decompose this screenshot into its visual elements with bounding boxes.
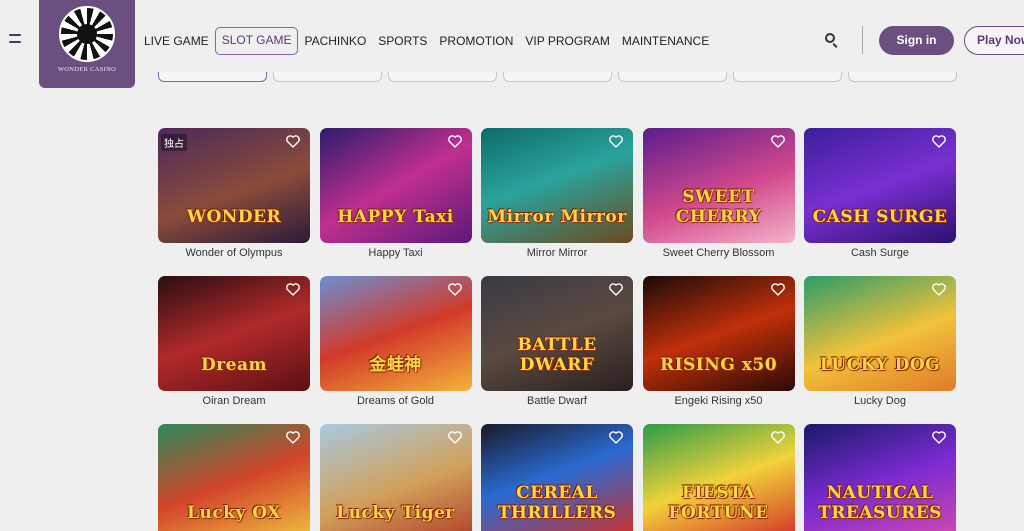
filter-tab[interactable] <box>618 72 727 82</box>
heart-icon[interactable] <box>447 282 463 296</box>
game-art-title: FIESTA FORTUNE <box>668 483 769 523</box>
game-art-title: WONDER <box>186 207 282 227</box>
logo-spiral-icon <box>59 6 115 62</box>
game-thumbnail[interactable]: WONDER 独占 <box>158 128 310 243</box>
exclusive-badge: 独占 <box>161 134 187 151</box>
page: WONDER CASINO LIVE GAME SLOT GAME PACHINKO… <box>0 0 1024 531</box>
game-card[interactable]: WONDER 独占 Wonder of Olympus <box>158 128 310 261</box>
game-thumbnail[interactable]: BATTLE DWARF <box>481 276 633 391</box>
game-card[interactable]: FIESTA FORTUNEFiesta Fortune <box>642 424 795 531</box>
game-thumbnail[interactable]: CEREAL THRILLERS <box>481 424 633 531</box>
game-name: Oiran Dream <box>202 395 266 407</box>
heart-icon[interactable] <box>931 430 947 444</box>
hamburger-icon[interactable] <box>9 34 21 46</box>
game-card[interactable]: Lucky TigerLucky Tiger <box>319 424 472 531</box>
nav-item-promotion[interactable]: PROMOTION <box>433 27 519 55</box>
game-name: Happy Taxi <box>368 247 423 259</box>
heart-icon[interactable] <box>931 282 947 296</box>
header-divider <box>862 26 863 54</box>
game-name: Sweet Cherry Blossom <box>662 247 775 259</box>
game-card[interactable]: CEREAL THRILLERSCereal Thrillers <box>481 424 633 531</box>
game-thumbnail[interactable]: Dream <box>158 276 310 391</box>
heart-icon[interactable] <box>770 430 786 444</box>
game-name: Cash Surge <box>850 247 910 259</box>
game-card[interactable]: Lucky OXLucky Ox <box>158 424 310 531</box>
game-art-title: RISING x50 <box>659 355 778 375</box>
game-thumbnail[interactable]: Lucky OX <box>158 424 310 531</box>
game-art-title: Dream <box>200 355 268 375</box>
filter-tab[interactable] <box>158 72 267 82</box>
play-now-button[interactable]: Play Now <box>964 26 1024 55</box>
nav-item-pachinko[interactable]: PACHINKO <box>298 27 372 55</box>
game-thumbnail[interactable]: CASH SURGE <box>804 128 956 243</box>
game-thumbnail[interactable]: HAPPY Taxi <box>319 128 472 243</box>
game-name: Wonder of Olympus <box>185 247 283 259</box>
logo[interactable]: WONDER CASINO <box>39 0 135 88</box>
nav-item-vip-program[interactable]: VIP PROGRAM <box>519 27 615 55</box>
game-art-title: LUCKY DOG <box>819 355 941 375</box>
heart-icon[interactable] <box>447 134 463 148</box>
game-thumbnail[interactable]: FIESTA FORTUNE <box>642 424 795 531</box>
heart-icon[interactable] <box>285 430 301 444</box>
filter-tab[interactable] <box>848 72 957 82</box>
search-icon[interactable] <box>824 32 840 48</box>
game-name: Lucky Dog <box>854 395 906 407</box>
game-art-title: Mirror Mirror <box>487 207 627 227</box>
game-name: Battle Dwarf <box>527 395 587 407</box>
heart-icon[interactable] <box>931 134 947 148</box>
game-card[interactable]: Dream Oiran Dream <box>158 276 310 409</box>
game-card[interactable]: BATTLE DWARF Battle Dwarf <box>481 276 633 409</box>
game-name: Dreams of Gold <box>356 395 435 407</box>
heart-icon[interactable] <box>447 430 463 444</box>
game-art-title: BATTLE DWARF <box>517 335 597 375</box>
game-art-title: NAUTICAL TREASURES <box>818 483 942 523</box>
nav-item-sports[interactable]: SPORTS <box>372 27 433 55</box>
game-card[interactable]: Mirror Mirror Mirror Mirror <box>481 128 633 261</box>
game-thumbnail[interactable]: RISING x50 <box>642 276 795 391</box>
game-art-title: CEREAL THRILLERS <box>497 483 617 523</box>
nav-item-live-game[interactable]: LIVE GAME <box>138 27 215 55</box>
filter-tab[interactable] <box>503 72 612 82</box>
game-card[interactable]: SWEET CHERRY Sweet Cherry Blossom <box>642 128 795 261</box>
nav-item-slot-game[interactable]: SLOT GAME <box>214 27 299 55</box>
game-card[interactable]: HAPPY Taxi Happy Taxi <box>319 128 472 261</box>
game-thumbnail[interactable]: LUCKY DOG <box>804 276 956 391</box>
game-thumbnail[interactable]: 金蛙神 <box>319 276 472 391</box>
nav-item-maintenance[interactable]: MAINTENANCE <box>616 27 715 55</box>
game-art-title: 金蛙神 <box>369 355 422 375</box>
heart-icon[interactable] <box>608 430 624 444</box>
logo-text: WONDER CASINO <box>57 66 117 73</box>
sign-in-button[interactable]: Sign in <box>879 26 954 55</box>
game-name: Engeki Rising x50 <box>674 395 763 407</box>
game-card[interactable]: 金蛙神 Dreams of Gold <box>319 276 472 409</box>
filter-tab[interactable] <box>733 72 842 82</box>
filter-tab[interactable] <box>388 72 497 82</box>
game-card[interactable]: RISING x50 Engeki Rising x50 <box>642 276 795 409</box>
header: WONDER CASINO LIVE GAME SLOT GAME PACHINKO… <box>0 0 1024 88</box>
game-thumbnail[interactable]: NAUTICAL TREASURES <box>804 424 956 531</box>
heart-icon[interactable] <box>608 282 624 296</box>
heart-icon[interactable] <box>770 134 786 148</box>
game-art-title: Lucky OX <box>187 503 281 523</box>
game-thumbnail[interactable]: Mirror Mirror <box>481 128 633 243</box>
game-thumbnail[interactable]: SWEET CHERRY <box>642 128 795 243</box>
game-art-title: SWEET CHERRY <box>675 187 762 227</box>
heart-icon[interactable] <box>608 134 624 148</box>
filter-tab[interactable] <box>273 72 382 82</box>
game-card[interactable]: NAUTICAL TREASURESNautical Treasures <box>804 424 956 531</box>
game-card[interactable]: LUCKY DOG Lucky Dog <box>804 276 956 409</box>
game-art-title: Lucky Tiger <box>336 503 455 523</box>
game-card[interactable]: CASH SURGE Cash Surge <box>804 128 956 261</box>
game-art-title: CASH SURGE <box>812 207 948 227</box>
heart-icon[interactable] <box>285 282 301 296</box>
filter-tabs <box>158 72 958 92</box>
game-art-title: HAPPY Taxi <box>337 207 454 227</box>
game-name: Mirror Mirror <box>526 247 588 259</box>
main-nav: LIVE GAME SLOT GAME PACHINKO SPORTS PROMOTIO… <box>138 27 715 55</box>
heart-icon[interactable] <box>770 282 786 296</box>
game-thumbnail[interactable]: Lucky Tiger <box>319 424 472 531</box>
heart-icon[interactable] <box>285 134 301 148</box>
